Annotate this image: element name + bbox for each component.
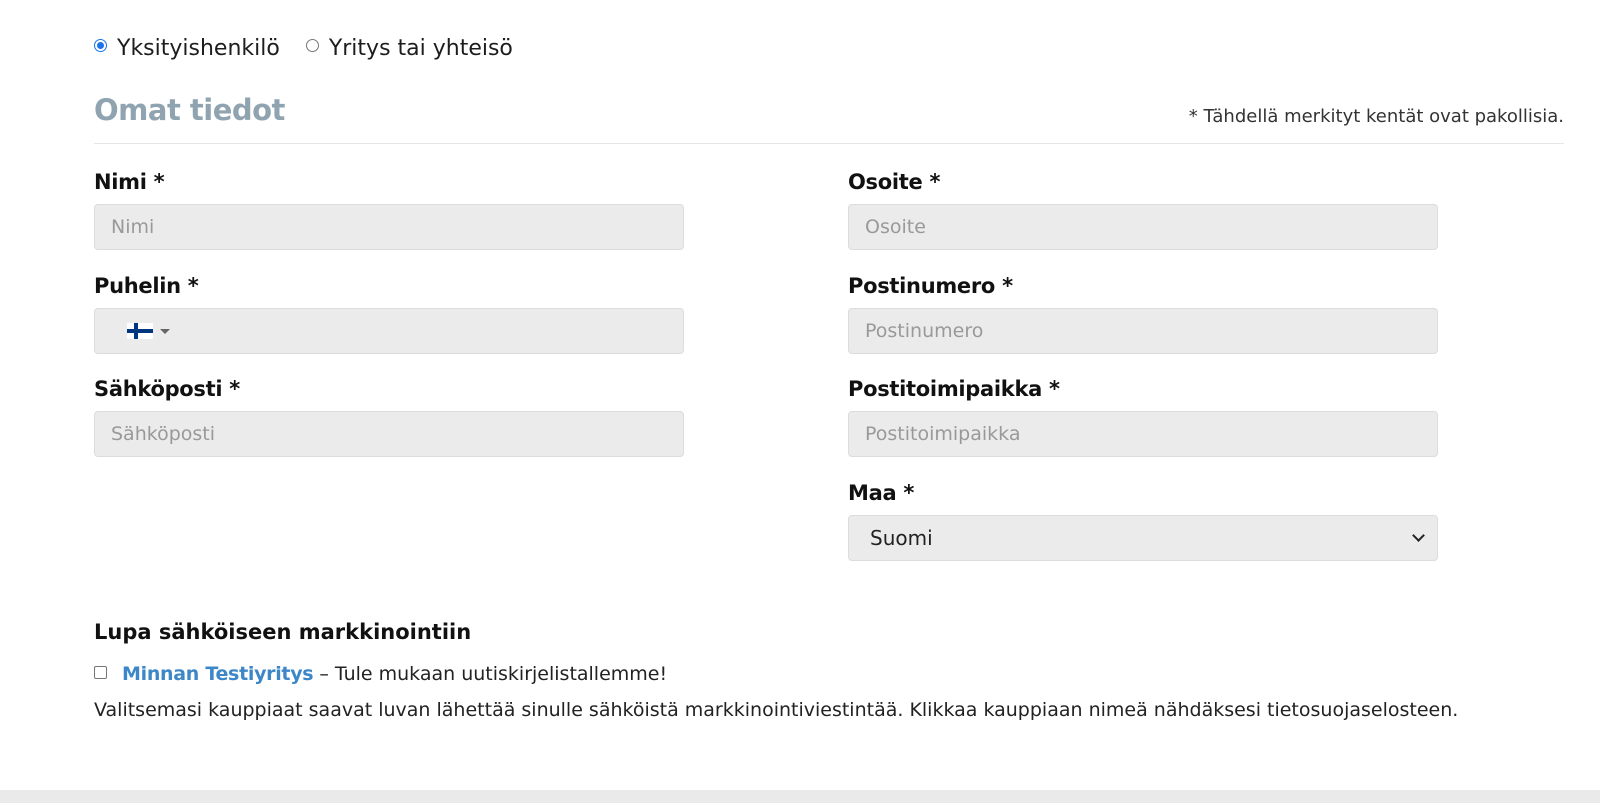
- city-input[interactable]: [848, 411, 1438, 457]
- city-field-group: Postitoimipaikka *: [848, 377, 1438, 457]
- name-field-group: Nimi *: [94, 170, 684, 250]
- footer-bar: [0, 790, 1600, 803]
- email-input[interactable]: [94, 411, 684, 457]
- email-field-group: Sähköposti *: [94, 377, 684, 457]
- email-label: Sähköposti *: [94, 377, 240, 401]
- country-select[interactable]: Suomi: [848, 515, 1438, 561]
- postal-code-field-group: Postinumero *: [848, 274, 1438, 354]
- radio-private-label: Yksityishenkilö: [117, 36, 280, 61]
- marketing-consent-checkbox[interactable]: [94, 665, 107, 679]
- address-field-group: Osoite *: [848, 170, 1438, 250]
- name-label: Nimi *: [94, 170, 165, 194]
- address-input[interactable]: [848, 204, 1438, 250]
- postal-code-label: Postinumero *: [848, 274, 1013, 298]
- country-selected-value: Suomi: [870, 526, 933, 550]
- chevron-down-icon: [1412, 529, 1425, 542]
- phone-input[interactable]: [180, 308, 683, 354]
- radio-option-company[interactable]: Yritys tai yhteisö: [305, 36, 513, 61]
- country-label: Maa *: [848, 481, 915, 505]
- section-title: Omat tiedot: [94, 93, 285, 127]
- radio-company[interactable]: [305, 39, 319, 52]
- phone-label: Puhelin *: [94, 274, 199, 298]
- name-input[interactable]: [94, 204, 684, 250]
- country-code-dropdown-icon[interactable]: [160, 328, 170, 334]
- required-fields-note: * Tähdellä merkityt kentät ovat pakollis…: [1188, 106, 1564, 127]
- phone-field: [94, 308, 684, 354]
- marketing-consent-row: Minnan Testiyritys – Tule mukaan uutiski…: [94, 663, 667, 685]
- radio-private[interactable]: [94, 39, 107, 52]
- marketing-consent-title: Lupa sähköiseen markkinointiin: [94, 620, 472, 644]
- customer-type-radio-group: Yksityishenkilö Yritys tai yhteisö: [94, 36, 539, 61]
- radio-company-label: Yritys tai yhteisö: [328, 36, 513, 61]
- country-field-group: Maa * Suomi: [848, 481, 1438, 561]
- radio-option-private[interactable]: Yksityishenkilö: [94, 36, 280, 61]
- phone-field-group: Puhelin *: [94, 274, 684, 354]
- marketing-info-text: Valitsemasi kauppiaat saavat luvan lähet…: [94, 699, 1459, 721]
- address-label: Osoite *: [848, 170, 941, 194]
- finland-flag-icon[interactable]: [127, 323, 153, 339]
- city-label: Postitoimipaikka *: [848, 377, 1060, 401]
- postal-code-input[interactable]: [848, 308, 1438, 354]
- section-divider: [94, 143, 1564, 144]
- merchant-privacy-link[interactable]: Minnan Testiyritys: [122, 663, 314, 685]
- consent-text: – Tule mukaan uutiskirjelistallemme!: [319, 663, 668, 685]
